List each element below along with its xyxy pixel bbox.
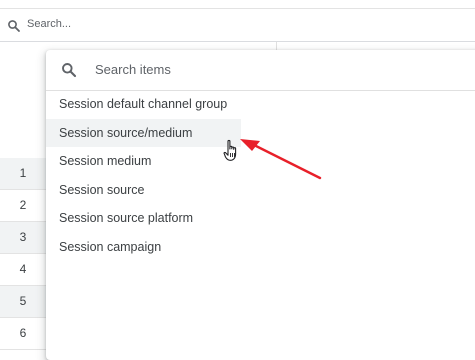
table-search-bar[interactable]: Search... [0, 9, 475, 42]
top-bar [0, 0, 475, 9]
dimension-dropdown: Search items Session default channel gro… [46, 50, 475, 360]
row-number: 1 [0, 158, 46, 189]
search-icon [62, 63, 77, 78]
dropdown-search-input[interactable]: Search items [95, 62, 171, 77]
row-number: 6 [19, 326, 27, 340]
arrow-head [240, 139, 260, 151]
row-number: 5 [0, 286, 46, 317]
search-icon [8, 20, 20, 32]
dropdown-item[interactable]: Session campaign [46, 233, 475, 262]
red-annotation-arrow [240, 139, 322, 180]
dropdown-item[interactable]: Session default channel group [46, 90, 475, 119]
dropdown-search-bar[interactable]: Search items [46, 50, 475, 91]
dropdown-item[interactable]: Session source platform [46, 204, 475, 233]
table-search-label: Search... [27, 18, 72, 30]
arrow-shaft [250, 142, 322, 180]
row-number: 4 [19, 262, 27, 276]
row-number: 2 [19, 198, 27, 212]
row-number: 3 [0, 222, 46, 253]
dropdown-item-hovered[interactable]: Session source/medium [46, 118, 241, 147]
